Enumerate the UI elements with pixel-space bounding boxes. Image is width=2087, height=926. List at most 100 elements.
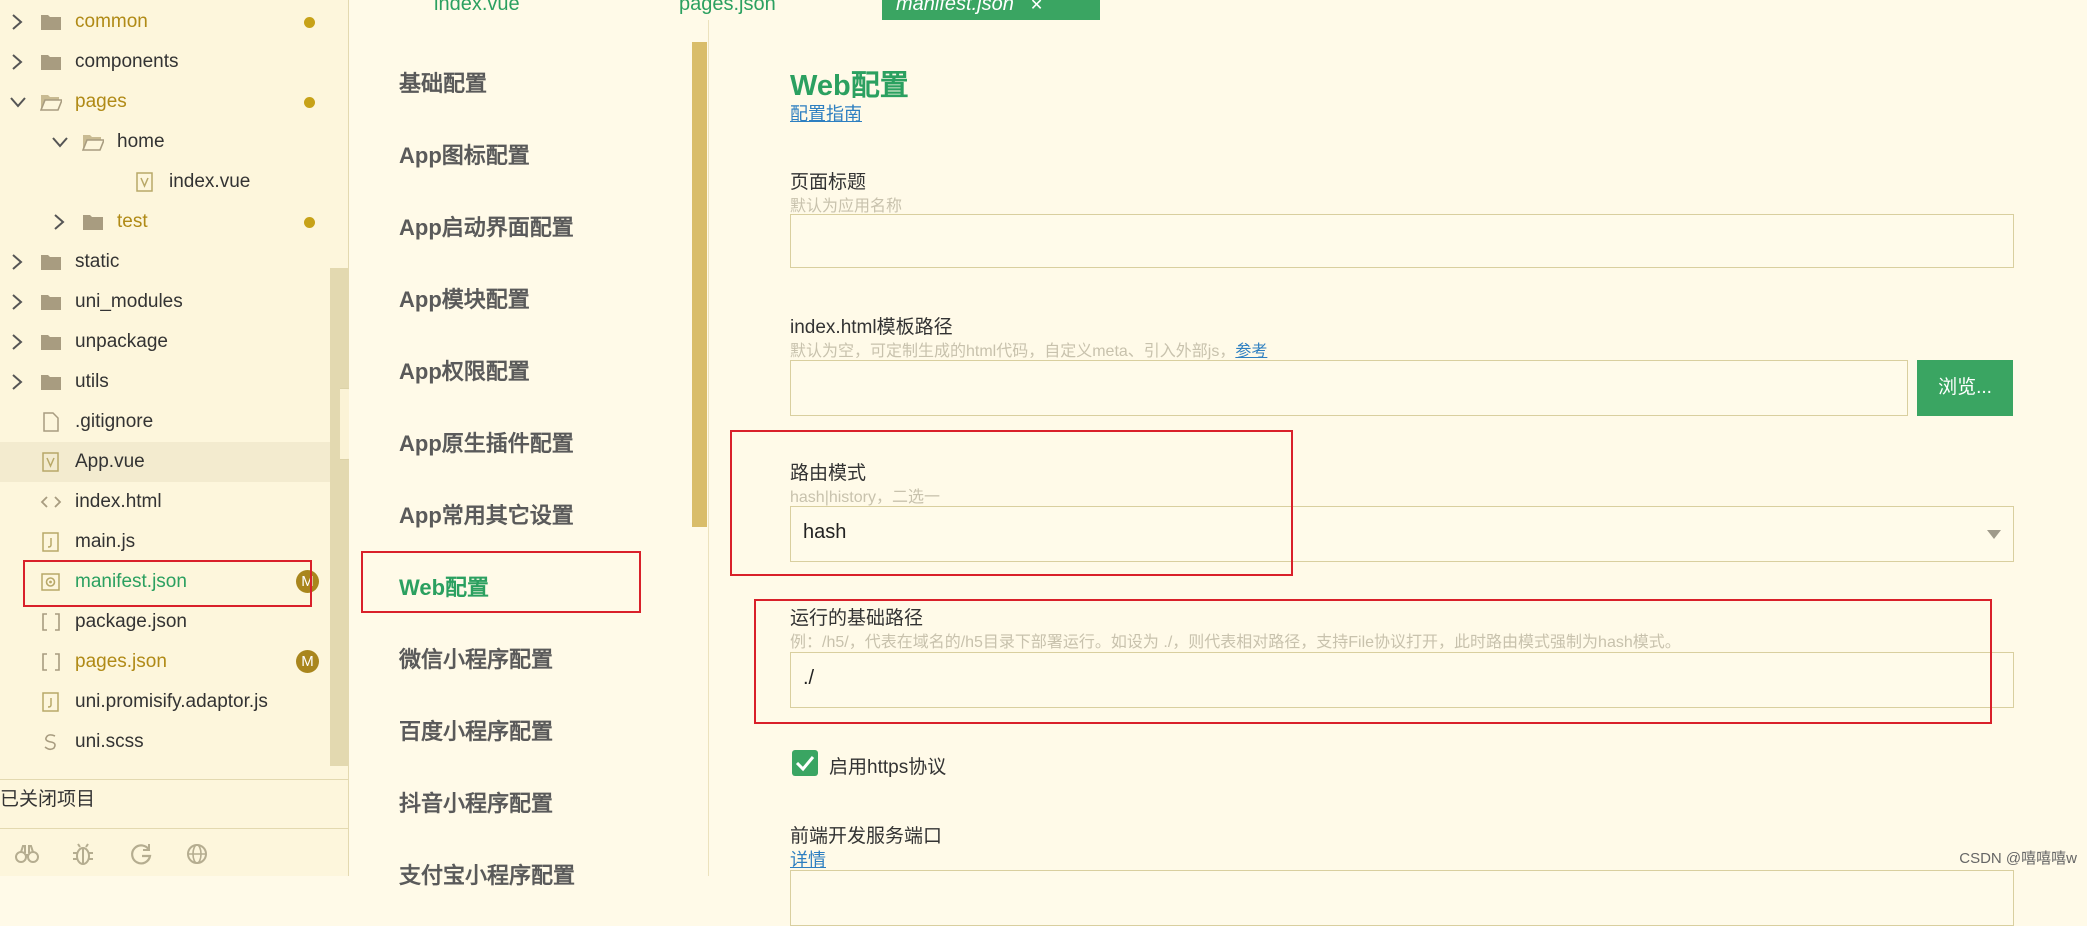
closed-projects-section[interactable]: 已关闭项目 xyxy=(0,779,348,820)
router-mode-hint: hash|history，二选一 xyxy=(790,489,940,506)
js-file-icon xyxy=(40,682,62,722)
tree-item-test[interactable]: test xyxy=(0,202,330,242)
nav-item-app-icon[interactable]: App图标配置 xyxy=(399,138,530,170)
tree-item-unpackage[interactable]: unpackage xyxy=(0,322,330,362)
modified-dot-icon xyxy=(304,17,315,28)
close-icon[interactable]: ✕ xyxy=(1030,0,1043,14)
folder-open-icon xyxy=(82,122,104,162)
base-path-hint: 例：/h5/，代表在域名的/h5目录下部署运行。如设为 ./，则代表相对路径，支… xyxy=(790,634,1681,651)
file-tree: common components pages home index.vue test st… xyxy=(0,0,349,876)
dev-port-input[interactable] xyxy=(790,870,2014,926)
router-mode-select[interactable]: hash xyxy=(790,506,2014,562)
tree-item-label: pages xyxy=(75,91,127,112)
chevron-down-icon[interactable] xyxy=(10,82,26,122)
modified-badge: M xyxy=(296,570,319,593)
tree-item-uni-promisify-adaptor-js[interactable]: uni.promisify.adaptor.js xyxy=(0,682,330,722)
chevron-right-icon[interactable] xyxy=(10,322,24,362)
tree-item-common[interactable]: common xyxy=(0,2,330,42)
https-label: 启用https协议 xyxy=(829,757,947,778)
vue-file-icon xyxy=(134,162,156,202)
file-tree-scrollbar[interactable] xyxy=(330,268,348,766)
globe-icon[interactable] xyxy=(184,841,210,867)
binoculars-icon[interactable] xyxy=(14,841,40,867)
browse-button[interactable]: 浏览... xyxy=(1917,360,2013,416)
config-guide-link[interactable]: 配置指南 xyxy=(790,100,862,126)
chevron-right-icon[interactable] xyxy=(52,202,66,242)
tree-item-main-js[interactable]: main.js xyxy=(0,522,330,562)
page-title-label: 页面标题 xyxy=(790,172,867,193)
nav-item-app-splash[interactable]: App启动界面配置 xyxy=(399,210,574,242)
base-path-label: 运行的基础路径 xyxy=(790,608,924,629)
tree-item-home[interactable]: home xyxy=(0,122,330,162)
nav-item-app-native-plugins[interactable]: App原生插件配置 xyxy=(399,426,574,458)
json-file-icon xyxy=(40,602,62,642)
tree-item-index-html[interactable]: index.html xyxy=(0,482,330,522)
page-title-hint: 默认为应用名称 xyxy=(790,198,903,215)
dev-port-details-link[interactable]: 详情 xyxy=(790,846,826,872)
nav-item-app-permissions[interactable]: App权限配置 xyxy=(399,354,530,386)
folder-open-icon xyxy=(40,82,62,122)
check-icon xyxy=(795,756,815,772)
nav-item-app-modules[interactable]: App模块配置 xyxy=(399,282,530,314)
template-path-input[interactable] xyxy=(790,360,1908,416)
bug-icon[interactable] xyxy=(70,841,96,867)
chevron-down-icon[interactable] xyxy=(52,122,68,162)
nav-item-web[interactable]: Web配置 xyxy=(399,570,489,602)
tree-item-utils[interactable]: utils xyxy=(0,362,330,402)
folder-icon xyxy=(40,2,62,42)
nav-item-weixin[interactable]: 微信小程序配置 xyxy=(399,642,553,674)
tree-item-pages[interactable]: pages xyxy=(0,82,330,122)
nav-item-baidu[interactable]: 百度小程序配置 xyxy=(399,714,553,746)
modified-badge: M xyxy=(296,650,319,673)
tree-item-label: .gitignore xyxy=(75,411,154,432)
closed-projects-label: 已关闭项目 xyxy=(0,789,96,810)
tree-item-label: static xyxy=(75,251,120,272)
code-file-icon xyxy=(40,482,62,522)
style-file-icon xyxy=(40,722,62,762)
sidebar-bottom-toolbar xyxy=(0,828,348,877)
reference-link[interactable]: 参考 xyxy=(1235,343,1267,360)
https-checkbox[interactable] xyxy=(792,750,818,776)
tree-item-label: uni_modules xyxy=(75,291,183,312)
tab-manifest-json[interactable]: manifest.json ✕ xyxy=(882,0,1100,20)
base-path-input[interactable]: ./ xyxy=(790,652,2014,708)
tree-item-uni-modules[interactable]: uni_modules xyxy=(0,282,330,322)
chevron-right-icon[interactable] xyxy=(10,242,24,282)
dev-port-label: 前端开发服务端口 xyxy=(790,826,943,847)
nav-item-douyin[interactable]: 抖音小程序配置 xyxy=(399,786,553,818)
nav-item-alipay[interactable]: 支付宝小程序配置 xyxy=(399,858,575,890)
tree-item-label: manifest.json xyxy=(75,571,187,592)
chevron-right-icon[interactable] xyxy=(10,282,24,322)
nav-item-basic[interactable]: 基础配置 xyxy=(399,66,487,98)
tree-item-app-vue[interactable]: App.vue xyxy=(0,442,330,482)
tree-item-index-vue[interactable]: index.vue xyxy=(0,162,330,202)
tree-item-manifest-json[interactable]: manifest.json M xyxy=(0,562,330,602)
chevron-right-icon[interactable] xyxy=(10,362,24,402)
tab-pages-json[interactable]: pages.json xyxy=(679,0,776,20)
tree-item-static[interactable]: static xyxy=(0,242,330,282)
folder-icon xyxy=(40,282,62,322)
modified-dot-icon xyxy=(304,217,315,228)
modified-dot-icon xyxy=(304,97,315,108)
router-mode-value: hash xyxy=(803,521,847,543)
file-icon xyxy=(40,402,62,442)
nav-item-app-other[interactable]: App常用其它设置 xyxy=(399,498,574,530)
tab-index-vue[interactable]: index.vue xyxy=(434,0,520,20)
tree-item-uni-scss[interactable]: uni.scss xyxy=(0,722,330,762)
chevron-right-icon[interactable] xyxy=(10,2,24,42)
tree-item-label: uni.promisify.adaptor.js xyxy=(75,691,268,712)
chevron-right-icon[interactable] xyxy=(10,42,24,82)
tree-item-label: test xyxy=(117,211,148,232)
router-mode-label: 路由模式 xyxy=(790,463,867,484)
tree-item-components[interactable]: components xyxy=(0,42,330,82)
tree-item-pages-json[interactable]: pages.json M xyxy=(0,642,330,682)
tree-item-label: pages.json xyxy=(75,651,167,672)
tree-item-package-json[interactable]: package.json xyxy=(0,602,330,642)
refresh-g-icon[interactable] xyxy=(128,841,154,867)
tree-item-label: index.html xyxy=(75,491,162,512)
tree-item-gitignore[interactable]: .gitignore xyxy=(0,402,330,442)
page-title-input[interactable] xyxy=(790,214,2014,268)
folder-icon xyxy=(40,362,62,402)
config-nav-scrollbar[interactable] xyxy=(692,42,707,527)
watermark: CSDN @嘻嘻嘻w xyxy=(1959,850,2077,867)
